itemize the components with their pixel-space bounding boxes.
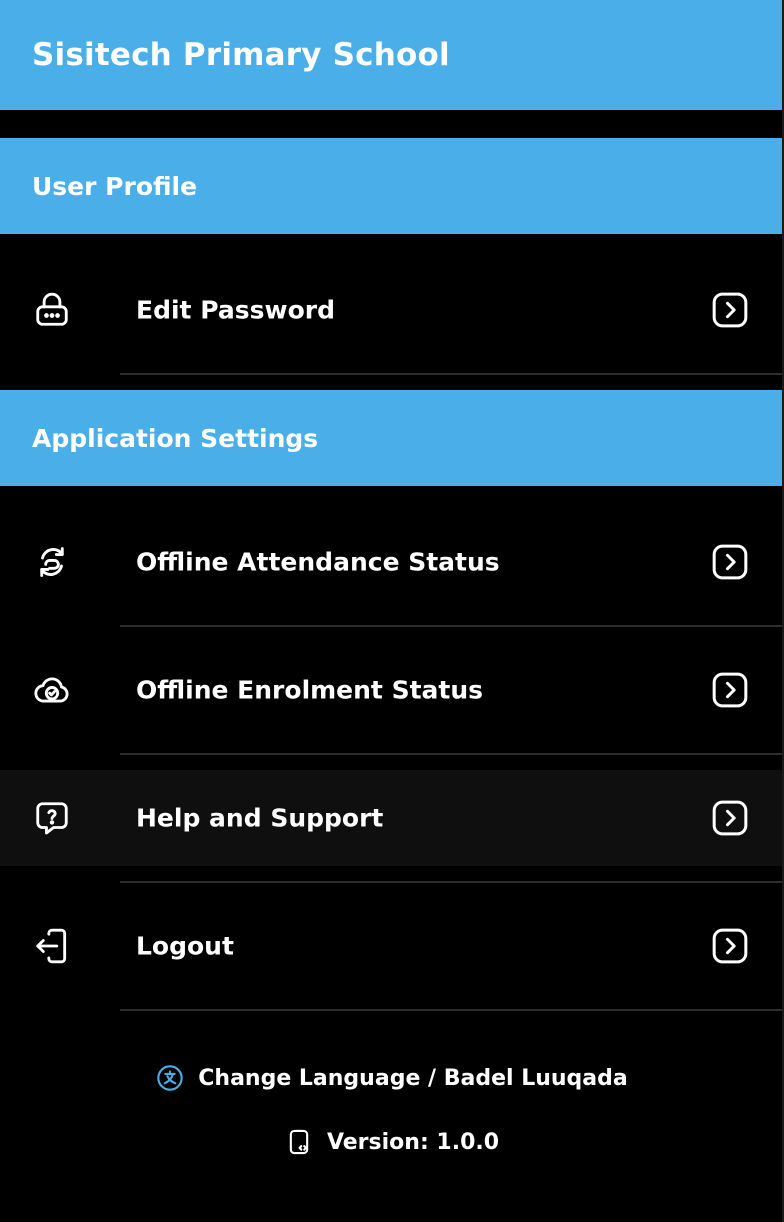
chevron-right-icon: [708, 668, 752, 712]
chevron-right-icon: [708, 540, 752, 584]
menu-item-label: Offline Attendance Status: [136, 547, 500, 577]
chevron-right-icon: [708, 796, 752, 840]
menu-item-label: Edit Password: [136, 295, 335, 325]
section-header-application-settings: Application Settings: [0, 390, 782, 486]
divider: [120, 753, 782, 755]
drawer-panel: Sisitech Primary School User Profile Edi…: [0, 0, 784, 1222]
menu-item-edit-password[interactable]: Edit Password: [0, 262, 782, 358]
divider: [120, 373, 782, 375]
logout-icon: [32, 926, 72, 966]
device-icon: [285, 1128, 313, 1156]
translate-icon: [156, 1064, 184, 1092]
menu-item-logout[interactable]: Logout: [0, 898, 782, 994]
menu-item-offline-attendance-status[interactable]: Offline Attendance Status: [0, 514, 782, 610]
cloud-check-icon: [32, 670, 72, 710]
lock-icon: [32, 290, 72, 330]
change-language-label: Change Language / Badel Luuqada: [198, 1065, 628, 1091]
section-title-application-settings: Application Settings: [32, 423, 319, 453]
menu-item-label: Logout: [136, 931, 234, 961]
sync-icon: [32, 542, 72, 582]
menu-item-label: Help and Support: [136, 803, 384, 833]
divider: [120, 625, 782, 627]
chevron-right-icon: [708, 288, 752, 332]
chevron-right-icon: [708, 924, 752, 968]
version-label: Version: 1.0.0: [326, 1129, 500, 1155]
school-name-title: Sisitech Primary School: [32, 37, 450, 73]
menu-item-label: Offline Enrolment Status: [136, 675, 484, 705]
change-language-link[interactable]: Change Language / Badel Luuqada: [0, 1060, 784, 1096]
version-info: Version: 1.0.0: [0, 1124, 784, 1160]
menu-item-offline-enrolment-status[interactable]: Offline Enrolment Status: [0, 642, 782, 738]
divider: [120, 1009, 782, 1011]
menu-item-help-and-support[interactable]: Help and Support: [0, 770, 782, 866]
divider: [120, 881, 782, 883]
app-header: Sisitech Primary School: [0, 0, 782, 110]
help-chat-icon: [32, 798, 72, 838]
section-title-user-profile: User Profile: [32, 171, 198, 201]
section-header-user-profile: User Profile: [0, 138, 782, 234]
